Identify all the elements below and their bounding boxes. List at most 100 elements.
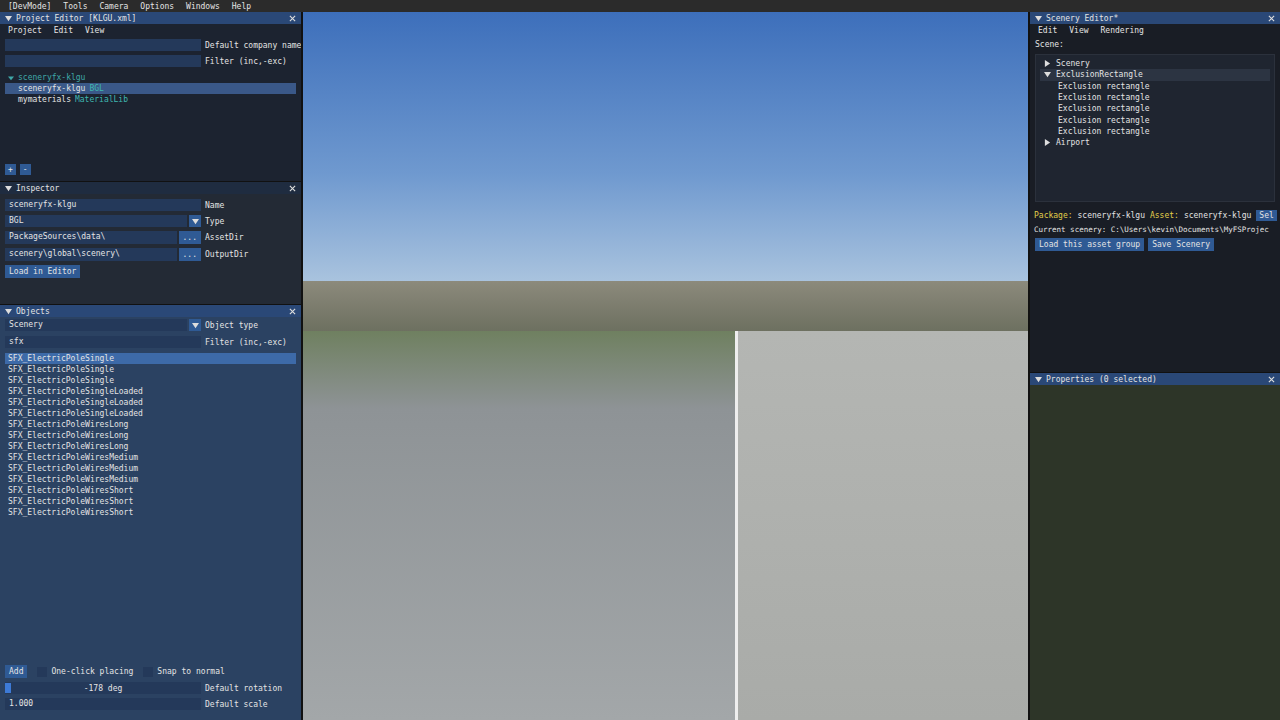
dropdown-button[interactable] — [189, 319, 201, 331]
field-row: Filter (inc,-exc) — [0, 53, 301, 69]
object-type-dropdown[interactable]: Scenery — [5, 319, 187, 331]
menu-item[interactable]: Tools — [63, 1, 87, 12]
object-item[interactable]: SFX_ElectricPoleSingleLoaded — [5, 397, 296, 408]
scale-field[interactable]: 1.000 — [5, 698, 201, 710]
text-field[interactable] — [5, 39, 201, 51]
field-label: Default company name — [205, 40, 301, 51]
expand-icon[interactable] — [1044, 139, 1051, 146]
text-field[interactable] — [5, 55, 201, 67]
tree-button[interactable]: - — [20, 164, 31, 175]
scene-tree-item[interactable]: Exclusion rectangle — [1040, 92, 1270, 103]
scenery-action-button[interactable]: Load this asset group — [1035, 238, 1144, 251]
inspector-field[interactable]: BGL — [5, 215, 187, 227]
expand-icon[interactable] — [8, 75, 14, 81]
object-item[interactable]: SFX_ElectricPoleSingleLoaded — [5, 408, 296, 419]
object-item[interactable]: SFX_ElectricPoleSingle — [5, 353, 296, 364]
close-icon[interactable] — [289, 15, 296, 22]
dropdown-button[interactable] — [189, 215, 201, 227]
title-bar[interactable]: Inspector — [0, 182, 301, 194]
browse-button[interactable]: ... — [179, 248, 201, 261]
tree-item-tag: MaterialLib — [75, 94, 128, 105]
expand-icon[interactable] — [1044, 60, 1051, 67]
panel-menu-item[interactable]: Project — [8, 25, 42, 36]
filter-field[interactable]: sfx — [5, 336, 201, 348]
load-in-editor-button[interactable]: Load in Editor — [5, 265, 80, 278]
close-icon[interactable] — [289, 308, 296, 315]
add-button[interactable]: Add — [5, 665, 27, 678]
close-icon[interactable] — [1268, 15, 1275, 22]
scene-tree-item[interactable]: Exclusion rectangle — [1040, 81, 1270, 92]
field-control: scenery\global\scenery\... — [5, 248, 201, 261]
package-label: Package: — [1034, 210, 1073, 221]
object-item[interactable]: SFX_ElectricPoleSingle — [5, 364, 296, 375]
menu-item[interactable]: Options — [140, 1, 174, 12]
checkbox[interactable]: One-click placing — [37, 666, 133, 677]
object-item[interactable]: SFX_ElectricPoleWiresLong — [5, 419, 296, 430]
object-item[interactable]: SFX_ElectricPoleWiresLong — [5, 441, 296, 452]
scenery-action-button[interactable]: Save Scenery — [1148, 238, 1214, 251]
menu-item[interactable]: Camera — [99, 1, 128, 12]
scene-tree-item[interactable]: Exclusion rectangle — [1040, 103, 1270, 114]
inspector-row: PackageSources\data\...AssetDir — [0, 229, 301, 246]
object-item[interactable]: SFX_ElectricPoleSingle — [5, 375, 296, 386]
field-control: BGL — [5, 215, 201, 227]
object-item[interactable]: SFX_ElectricPoleWiresShort — [5, 485, 296, 496]
title-bar[interactable]: Project Editor [KLGU.xml] — [0, 12, 301, 24]
tree-button[interactable]: + — [5, 164, 16, 175]
checkbox-box[interactable] — [143, 667, 153, 677]
title-bar[interactable]: Properties (0 selected) — [1030, 373, 1280, 385]
panel-menu-item[interactable]: Edit — [54, 25, 73, 36]
dropdown-arrow-icon — [192, 322, 199, 329]
field-label: Object type — [205, 320, 296, 331]
3d-viewport[interactable] — [303, 12, 1028, 720]
menu-item[interactable]: Windows — [186, 1, 220, 12]
scene-tree-item[interactable]: Exclusion rectangle — [1040, 126, 1270, 137]
tree-item[interactable]: mymaterialsMaterialLib — [5, 94, 296, 105]
title-bar[interactable]: Scenery Editor* — [1030, 12, 1280, 24]
collapse-icon[interactable] — [5, 308, 12, 315]
expand-icon[interactable] — [1044, 71, 1051, 78]
inspector-field[interactable]: sceneryfx-klgu — [5, 199, 201, 211]
scene-tree-item[interactable]: Scenery — [1040, 58, 1270, 69]
scene-tree-label: Exclusion rectangle — [1058, 81, 1150, 92]
object-item[interactable]: SFX_ElectricPoleWiresMedium — [5, 452, 296, 463]
object-item[interactable]: SFX_ElectricPoleWiresShort — [5, 507, 296, 518]
close-icon[interactable] — [289, 185, 296, 192]
slider-handle[interactable] — [5, 683, 11, 693]
tree-item[interactable]: sceneryfx-klgu — [5, 72, 296, 83]
collapse-icon[interactable] — [1035, 15, 1042, 22]
panel-menu-item[interactable]: View — [85, 25, 104, 36]
object-item[interactable]: SFX_ElectricPoleWiresMedium — [5, 474, 296, 485]
package-row: Package:sceneryfx-klguAsset:sceneryfx-kl… — [1030, 208, 1280, 223]
panel-menu-item[interactable]: Edit — [1038, 25, 1057, 36]
collapse-icon[interactable] — [5, 15, 12, 22]
browse-button[interactable]: ... — [179, 231, 201, 244]
scene-tree-item[interactable]: Exclusion rectangle — [1040, 114, 1270, 125]
scenery-editor-panel: Scenery Editor*EditViewRenderingScene:Sc… — [1030, 12, 1280, 372]
collapse-icon[interactable] — [1035, 376, 1042, 383]
panel-menu-item[interactable]: View — [1069, 25, 1088, 36]
object-item[interactable]: SFX_ElectricPoleWiresShort — [5, 496, 296, 507]
scene-tree-item[interactable]: Airport — [1040, 137, 1270, 148]
collapse-icon[interactable] — [5, 185, 12, 192]
object-item[interactable]: SFX_ElectricPoleSingleLoaded — [5, 386, 296, 397]
field-label: Filter (inc,-exc) — [205, 56, 296, 67]
select-button[interactable]: Sel — [1256, 210, 1276, 221]
object-item[interactable]: SFX_ElectricPoleWiresMedium — [5, 463, 296, 474]
close-icon[interactable] — [1268, 376, 1275, 383]
checkbox[interactable]: Snap to normal — [143, 666, 224, 677]
inspector-field[interactable]: scenery\global\scenery\ — [5, 248, 177, 261]
scene-tree-item[interactable]: ExclusionRectangle — [1040, 69, 1270, 80]
menu-item[interactable]: Help — [232, 1, 251, 12]
rotation-slider[interactable]: -178 deg — [5, 682, 201, 694]
object-item[interactable]: SFX_ElectricPoleWiresLong — [5, 430, 296, 441]
object-type-row: Scenery Object type — [0, 317, 301, 334]
tree-item[interactable]: sceneryfx-klguBGL — [5, 83, 296, 94]
checkbox-box[interactable] — [37, 667, 47, 677]
tree-buttons: +- — [0, 161, 301, 181]
panel-menu-item[interactable]: Rendering — [1101, 25, 1144, 36]
title-bar[interactable]: Objects — [0, 305, 301, 317]
menu-item[interactable]: [DevMode] — [8, 1, 51, 12]
inspector-field[interactable]: PackageSources\data\ — [5, 231, 177, 244]
checkbox-label: Snap to normal — [157, 666, 224, 677]
